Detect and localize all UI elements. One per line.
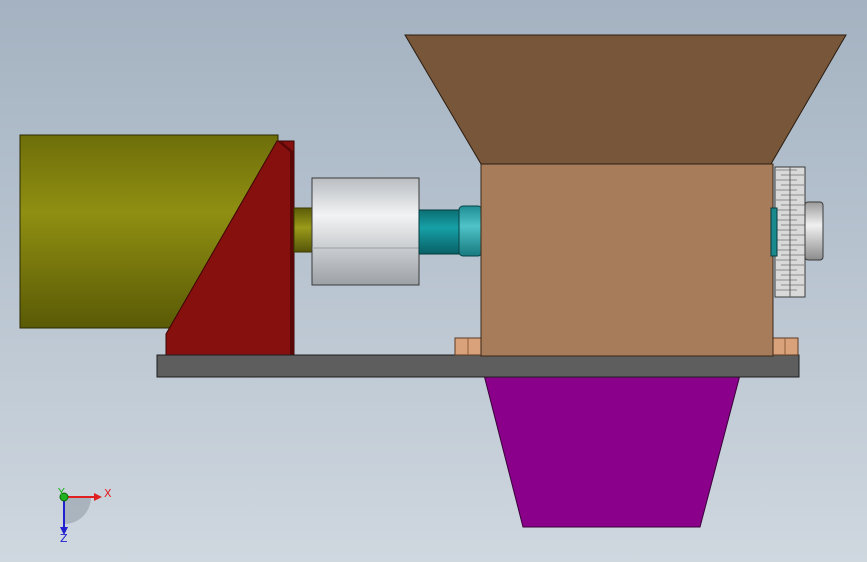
coupling[interactable] — [311, 177, 420, 286]
cad-viewport[interactable]: X Y Z — [0, 0, 867, 562]
motor-shaft[interactable] — [293, 207, 315, 253]
machine-assembly[interactable]: X Y Z — [0, 0, 867, 562]
shaft-end[interactable] — [804, 201, 824, 261]
gear[interactable] — [774, 166, 806, 298]
orientation-triad[interactable]: X Y Z — [57, 486, 112, 545]
bearing-collar[interactable] — [458, 205, 483, 257]
base-plate[interactable] — [156, 354, 800, 378]
triad-z-label: Z — [60, 532, 68, 545]
triad-quarter-disc — [64, 497, 91, 524]
hopper[interactable] — [404, 34, 847, 165]
triad-x-label: X — [104, 487, 112, 500]
triad-y-label: Y — [57, 486, 65, 499]
shaft-end-hub — [770, 207, 778, 257]
crusher-housing[interactable] — [480, 163, 774, 357]
triad-x-arrow — [94, 493, 102, 501]
discharge-chute[interactable] — [483, 374, 741, 528]
drive-shaft[interactable] — [418, 209, 462, 255]
